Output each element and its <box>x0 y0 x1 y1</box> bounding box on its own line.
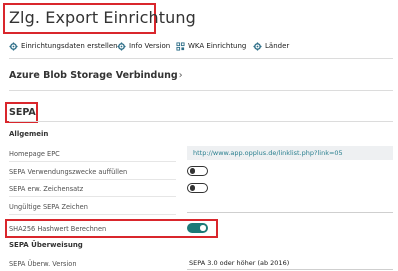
field-label: Ungültige SEPA Zeichen <box>9 203 88 211</box>
field-label: SEPA erw. Zeichensatz <box>9 185 84 193</box>
field-label: SEPA Überw. Version <box>9 260 77 268</box>
gear-icon <box>9 41 18 51</box>
gear-icon <box>253 41 262 51</box>
chevron-right-icon: › <box>178 70 183 81</box>
toggle-knob <box>189 185 195 191</box>
ueberw-version-select[interactable]: SEPA 3.0 oder höher (ab 2016) <box>187 256 393 270</box>
section-sepa-header[interactable]: SEPA <box>9 107 36 118</box>
erw-zeichensatz-toggle[interactable] <box>187 183 208 193</box>
field-underline <box>9 161 176 162</box>
divider <box>9 58 393 59</box>
ungueltige-zeichen-input[interactable] <box>187 199 393 213</box>
field-homepage-epc: Homepage EPC http://www.app.opplus.de/li… <box>9 146 393 162</box>
action-label: Länder <box>265 42 290 50</box>
section-azure-header[interactable]: Azure Blob Storage Verbindung› <box>9 70 183 81</box>
action-label: WKA Einrichtung <box>188 42 247 50</box>
divider <box>9 121 393 122</box>
toggle-knob <box>200 225 206 231</box>
field-underline <box>9 196 176 197</box>
field-sha256: SHA256 Hashwert Berechnen <box>9 221 393 237</box>
section-azure-title: Azure Blob Storage Verbindung <box>9 70 178 81</box>
action-wka-einrichtung[interactable]: WKA Einrichtung <box>176 38 246 54</box>
toggle-knob <box>189 168 195 174</box>
page-title: Zlg. Export Einrichtung <box>9 8 196 27</box>
verwendungszwecke-toggle[interactable] <box>187 166 208 176</box>
homepage-epc-value[interactable]: http://www.app.opplus.de/linklist.php?li… <box>187 146 393 160</box>
field-erw-zeichensatz: SEPA erw. Zeichensatz <box>9 181 393 197</box>
field-verwendungszwecke: SEPA Verwendungszwecke auffüllen <box>9 164 393 180</box>
gear-icon <box>117 41 126 51</box>
action-bar: Einrichtungsdaten erstellen Info Version… <box>0 38 398 54</box>
action-laender[interactable]: Länder <box>253 38 289 54</box>
action-info-version[interactable]: Info Version <box>117 38 170 54</box>
action-einrichtungsdaten-erstellen[interactable]: Einrichtungsdaten erstellen <box>9 38 118 54</box>
action-label: Einrichtungsdaten erstellen <box>21 42 118 50</box>
field-ungueltige-zeichen: Ungültige SEPA Zeichen <box>9 199 393 215</box>
field-ueberw-version: SEPA Überw. Version SEPA 3.0 oder höher … <box>9 256 393 271</box>
field-underline <box>9 179 176 180</box>
field-label: SHA256 Hashwert Berechnen <box>9 225 107 233</box>
group-allgemein-title: Allgemein <box>9 130 49 138</box>
field-underline <box>9 214 176 215</box>
sha256-toggle[interactable] <box>187 223 208 233</box>
group-ueberweisung-title: SEPA Überweisung <box>9 241 83 249</box>
divider <box>9 90 393 91</box>
section-sepa-title: SEPA <box>9 107 36 118</box>
grid-icon <box>176 41 185 51</box>
action-label: Info Version <box>129 42 171 50</box>
field-label: SEPA Verwendungszwecke auffüllen <box>9 168 128 176</box>
field-label: Homepage EPC <box>9 150 60 158</box>
